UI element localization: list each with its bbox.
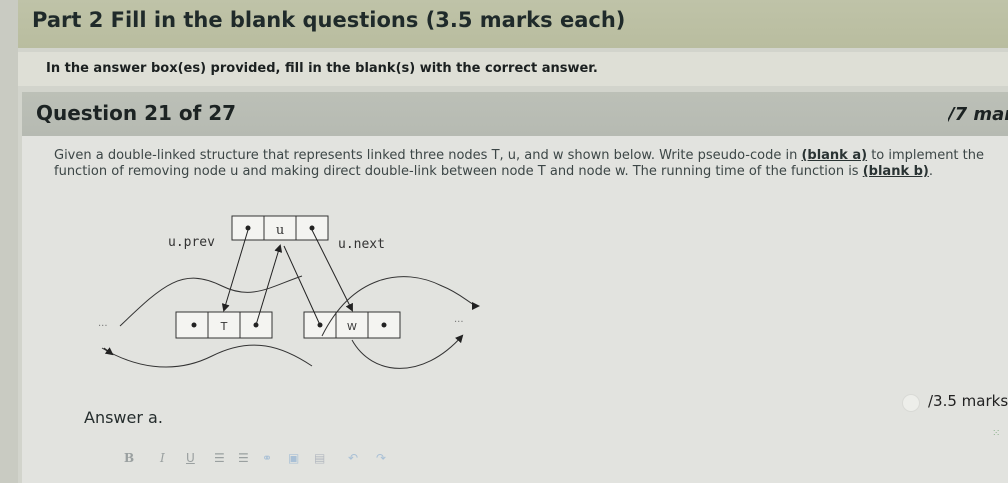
media-icon[interactable]: ▤ xyxy=(314,451,325,465)
redo-icon[interactable]: ↷ xyxy=(376,451,386,465)
image-icon[interactable]: ▣ xyxy=(288,451,299,465)
question-title: Question 21 of 27 xyxy=(36,101,237,125)
curve-left-arrowhead xyxy=(103,347,114,356)
numbered-list-icon[interactable]: ☰ xyxy=(238,451,249,465)
question-header: Question 21 of 27 /7 marks xyxy=(22,92,1008,136)
quiz-page: Part 2 Fill in the blank questions (3.5 … xyxy=(18,0,1008,483)
underline-button[interactable]: U xyxy=(186,451,195,465)
bullet-list-icon[interactable]: ☰ xyxy=(214,451,225,465)
node-w-label: W xyxy=(347,322,357,333)
italic-button[interactable]: I xyxy=(160,451,165,465)
part-title: Part 2 Fill in the blank questions (3.5 … xyxy=(32,8,626,32)
question-body: Given a double-linked structure that rep… xyxy=(22,136,1008,483)
arrow-w-to-u xyxy=(283,245,321,326)
answer-marks-status-icon xyxy=(902,394,920,412)
bold-button[interactable]: B xyxy=(124,451,134,465)
ellipsis-right: ... xyxy=(454,314,464,325)
node-w: W xyxy=(303,311,401,339)
label-u-next: u.next xyxy=(338,237,385,252)
resize-grip-icon[interactable]: ⁙ xyxy=(992,428,1000,439)
instructions-bar: In the answer box(es) provided, fill in … xyxy=(18,52,1008,86)
editor-toolbar: B I U ☰ ☰ ⚭ ▣ ▤ ↶ ↷ xyxy=(102,448,502,470)
answer-a-label: Answer a. xyxy=(84,408,163,427)
curve-left-lower xyxy=(101,344,313,368)
node-t: T xyxy=(175,311,273,339)
curve-right-lower xyxy=(351,334,464,369)
link-icon[interactable]: ⚭ xyxy=(262,451,272,465)
node-u-label: u xyxy=(276,223,284,238)
arrow-u-to-t xyxy=(221,229,249,312)
answer-marks: /3.5 marks xyxy=(928,392,1008,410)
linked-list-diagram: u T W u.prev u.next ... ... xyxy=(98,215,480,369)
instructions-text: In the answer box(es) provided, fill in … xyxy=(46,61,598,76)
label-u-prev: u.prev xyxy=(168,235,215,250)
undo-icon[interactable]: ↶ xyxy=(348,451,358,465)
question-marks: /7 marks xyxy=(948,104,1008,125)
part-header: Part 2 Fill in the blank questions (3.5 … xyxy=(18,0,1008,48)
ellipsis-left: ... xyxy=(98,318,108,329)
node-t-label: T xyxy=(220,320,228,333)
